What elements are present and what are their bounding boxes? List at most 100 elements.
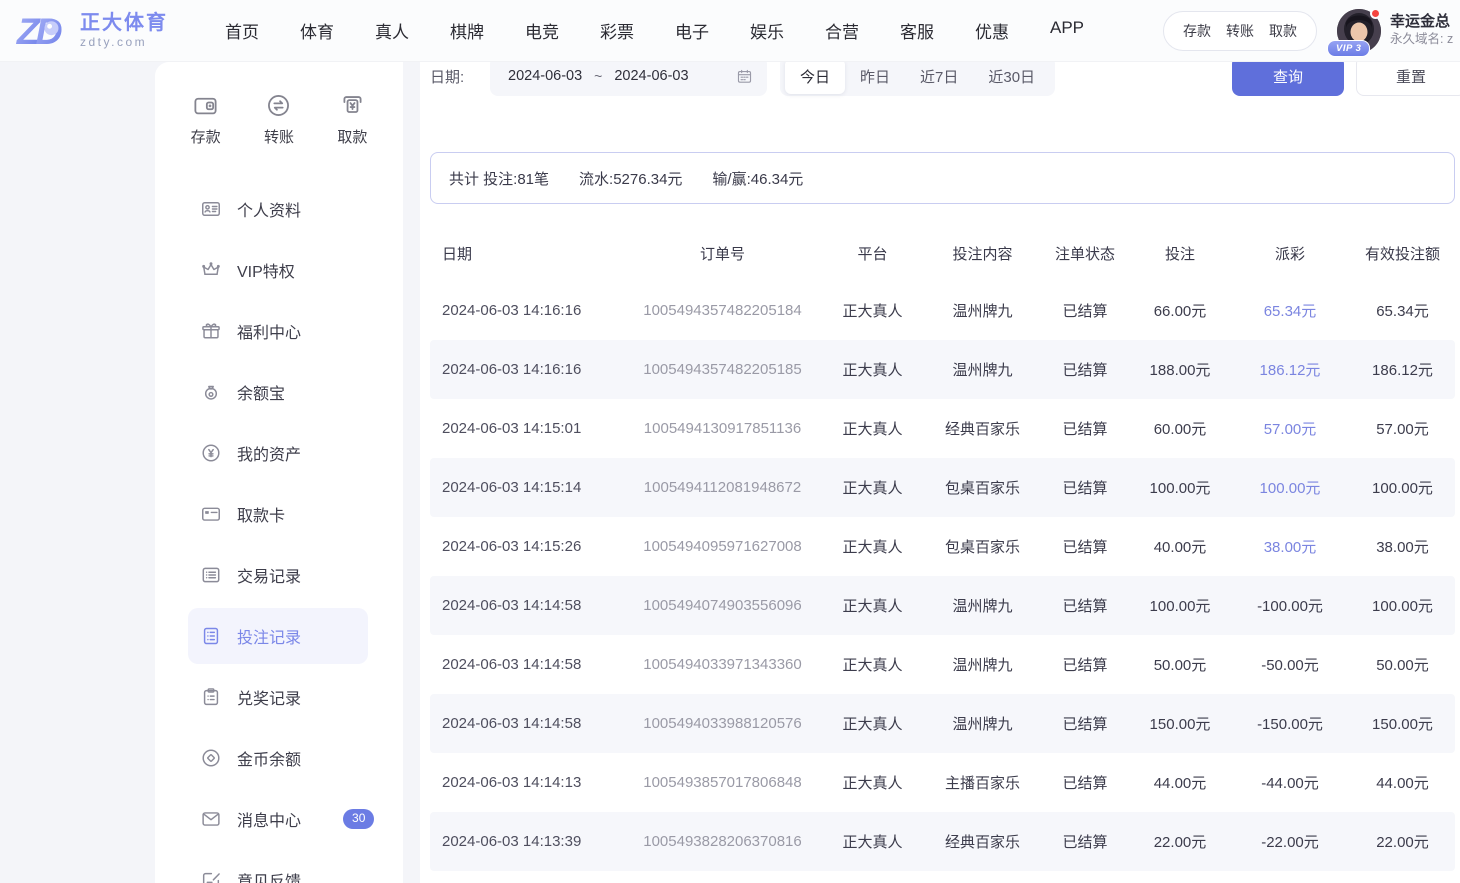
nav-item-8[interactable]: 合营 bbox=[825, 18, 859, 43]
query-button[interactable]: 查询 bbox=[1232, 56, 1344, 96]
date-range-input[interactable]: 2024-06-03 ~ 2024-06-03 bbox=[490, 56, 767, 96]
cell-3: 温州牌九 bbox=[925, 713, 1040, 734]
cell-7: 150.00元 bbox=[1350, 713, 1455, 734]
sidebar-item-10[interactable]: 消息中心30 bbox=[188, 791, 368, 847]
transactions-icon bbox=[200, 564, 222, 586]
sidebar-quick-actions: 存款 转账 取款 bbox=[155, 62, 403, 147]
cell-0: 2024-06-03 14:15:14 bbox=[430, 479, 625, 496]
profile-icon bbox=[200, 198, 222, 220]
table-row[interactable]: 2024-06-03 14:15:011005494130917851136正大… bbox=[430, 399, 1455, 458]
nav-item-7[interactable]: 娱乐 bbox=[750, 18, 784, 43]
brand-logo[interactable]: Z D 正大体育 zdty.com bbox=[16, 8, 168, 54]
wallet-action-1[interactable]: 转账 bbox=[1226, 21, 1254, 41]
cell-0: 2024-06-03 14:15:26 bbox=[430, 538, 625, 555]
table-row[interactable]: 2024-06-03 14:14:581005494074903556096正大… bbox=[430, 576, 1455, 635]
table-row[interactable]: 2024-06-03 14:13:391005493828206370816正大… bbox=[430, 812, 1455, 871]
cell-1: 1005494357482205184 bbox=[625, 302, 820, 319]
nav-item-11[interactable]: APP bbox=[1050, 18, 1084, 43]
date-preset-3[interactable]: 近30日 bbox=[973, 59, 1050, 94]
wallet-action-2[interactable]: 取款 bbox=[1269, 21, 1297, 41]
nav-item-2[interactable]: 真人 bbox=[375, 18, 409, 43]
user-meta: 幸运金总 永久域名: z bbox=[1390, 13, 1460, 47]
cell-1: 1005494357482205185 bbox=[625, 361, 820, 378]
date-from-value[interactable]: 2024-06-03 bbox=[508, 68, 582, 84]
table-row[interactable]: 2024-06-03 14:14:581005494033988120576正大… bbox=[430, 694, 1455, 753]
quick-action-0[interactable]: 存款 bbox=[169, 92, 242, 147]
cell-3: 包桌百家乐 bbox=[925, 477, 1040, 498]
sidebar-item-5[interactable]: 取款卡 bbox=[188, 486, 368, 542]
user-avatar-wrap[interactable]: VIP 3 bbox=[1337, 9, 1381, 53]
cell-7: 44.00元 bbox=[1350, 772, 1455, 793]
date-preset-2[interactable]: 近7日 bbox=[905, 59, 973, 94]
cell-4: 已结算 bbox=[1040, 772, 1130, 793]
date-preset-0[interactable]: 今日 bbox=[785, 59, 845, 94]
table-row[interactable]: 2024-06-03 14:15:261005494095971627008正大… bbox=[430, 517, 1455, 576]
nav-item-10[interactable]: 优惠 bbox=[975, 18, 1009, 43]
piggy-icon bbox=[200, 381, 222, 403]
cell-5: 188.00元 bbox=[1130, 359, 1230, 380]
sidebar-item-label: 投注记录 bbox=[237, 624, 301, 648]
summary-bar: 共计 投注:81笔流水:5276.34元输/赢:46.34元 bbox=[430, 152, 1455, 204]
cell-5: 50.00元 bbox=[1130, 654, 1230, 675]
cell-6: -22.00元 bbox=[1230, 831, 1350, 852]
sidebar-item-1[interactable]: VIP特权 bbox=[188, 242, 368, 298]
cell-6: -150.00元 bbox=[1230, 713, 1350, 734]
summary-item-0: 共计 投注:81笔 bbox=[449, 168, 549, 189]
bet-records-table: 日期订单号平台投注内容注单状态投注派彩有效投注额 2024-06-03 14:1… bbox=[430, 225, 1455, 871]
nav-item-6[interactable]: 电子 bbox=[675, 18, 709, 43]
sidebar-item-3[interactable]: 余额宝 bbox=[188, 364, 368, 420]
sidebar-item-2[interactable]: 福利中心 bbox=[188, 303, 368, 359]
reset-button[interactable]: 重置 bbox=[1356, 56, 1460, 96]
nav-item-4[interactable]: 电竞 bbox=[525, 18, 559, 43]
nav-item-5[interactable]: 彩票 bbox=[600, 18, 634, 43]
cell-2: 正大真人 bbox=[820, 536, 925, 557]
sidebar-item-7[interactable]: 投注记录 bbox=[188, 608, 368, 664]
nav-item-9[interactable]: 客服 bbox=[900, 18, 934, 43]
table-row[interactable]: 2024-06-03 14:15:141005494112081948672正大… bbox=[430, 458, 1455, 517]
withdraw-icon bbox=[339, 92, 366, 119]
table-row[interactable]: 2024-06-03 14:16:161005494357482205185正大… bbox=[430, 340, 1455, 399]
wallet-action-0[interactable]: 存款 bbox=[1183, 21, 1211, 41]
table-row[interactable]: 2024-06-03 14:14:581005494033971343360正大… bbox=[430, 635, 1455, 694]
coin-icon bbox=[200, 747, 222, 769]
filter-bar: 日期: 2024-06-03 ~ 2024-06-03 今日昨日近7日近30日 … bbox=[430, 56, 1455, 96]
nav-item-1[interactable]: 体育 bbox=[300, 18, 334, 43]
cell-5: 40.00元 bbox=[1130, 536, 1230, 557]
notification-dot bbox=[1370, 8, 1381, 19]
date-to-value[interactable]: 2024-06-03 bbox=[614, 68, 688, 84]
quick-action-2[interactable]: 取款 bbox=[316, 92, 389, 147]
cell-5: 44.00元 bbox=[1130, 772, 1230, 793]
cell-3: 温州牌九 bbox=[925, 359, 1040, 380]
table-body: 2024-06-03 14:16:161005494357482205184正大… bbox=[430, 281, 1455, 871]
nav-item-3[interactable]: 棋牌 bbox=[450, 18, 484, 43]
brand-logo-icon: Z D bbox=[16, 8, 72, 54]
calendar-icon[interactable] bbox=[736, 68, 753, 85]
quick-action-1[interactable]: 转账 bbox=[242, 92, 315, 147]
cell-6: -50.00元 bbox=[1230, 654, 1350, 675]
cell-4: 已结算 bbox=[1040, 654, 1130, 675]
table-row[interactable]: 2024-06-03 14:16:161005494357482205184正大… bbox=[430, 281, 1455, 340]
sidebar-item-6[interactable]: 交易记录 bbox=[188, 547, 368, 603]
summary-item-1: 流水:5276.34元 bbox=[579, 168, 682, 189]
sidebar-item-0[interactable]: 个人资料 bbox=[188, 181, 368, 237]
cell-3: 包桌百家乐 bbox=[925, 536, 1040, 557]
cell-5: 60.00元 bbox=[1130, 418, 1230, 439]
cell-2: 正大真人 bbox=[820, 477, 925, 498]
sidebar-item-11[interactable]: 意见反馈 bbox=[188, 852, 368, 883]
user-name: 幸运金总 bbox=[1390, 13, 1460, 32]
cell-2: 正大真人 bbox=[820, 654, 925, 675]
cell-2: 正大真人 bbox=[820, 831, 925, 852]
sidebar-item-8[interactable]: 兑奖记录 bbox=[188, 669, 368, 725]
cell-4: 已结算 bbox=[1040, 477, 1130, 498]
sidebar-item-4[interactable]: 我的资产 bbox=[188, 425, 368, 481]
nav-item-0[interactable]: 首页 bbox=[225, 18, 259, 43]
sidebar-item-9[interactable]: 金币余额 bbox=[188, 730, 368, 786]
cell-5: 100.00元 bbox=[1130, 595, 1230, 616]
table-row[interactable]: 2024-06-03 14:14:131005493857017806848正大… bbox=[430, 753, 1455, 812]
cell-1: 1005493857017806848 bbox=[625, 774, 820, 791]
transfer-icon bbox=[265, 92, 292, 119]
date-preset-1[interactable]: 昨日 bbox=[845, 59, 905, 94]
cell-2: 正大真人 bbox=[820, 359, 925, 380]
cell-7: 38.00元 bbox=[1350, 536, 1455, 557]
user-permanent-domain[interactable]: 永久域名: z bbox=[1390, 32, 1460, 48]
